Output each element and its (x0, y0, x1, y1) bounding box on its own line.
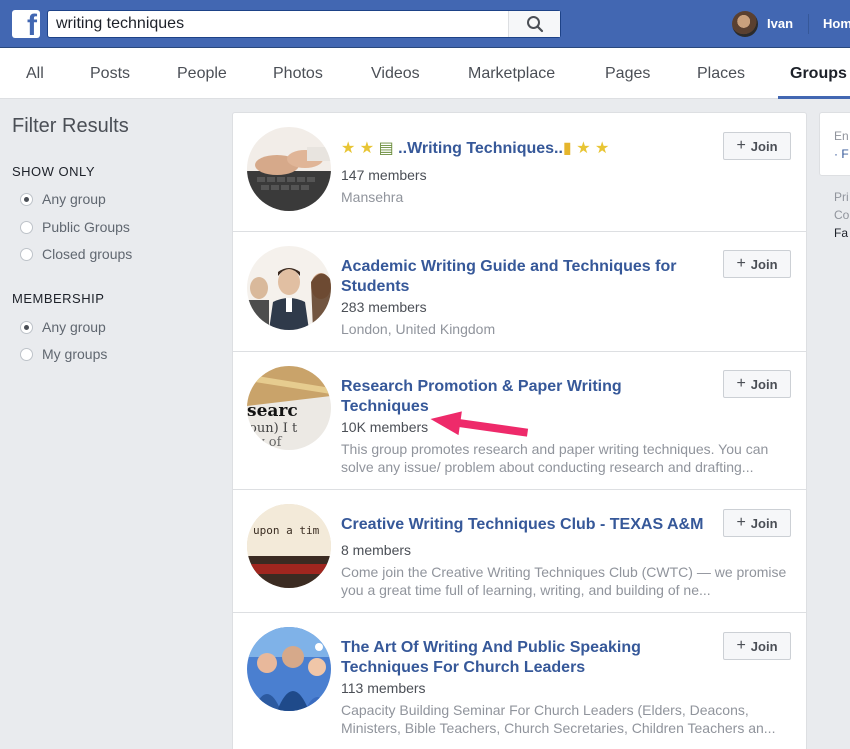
group-photo-students[interactable] (247, 246, 331, 330)
show-only-heading: SHOW ONLY (12, 164, 95, 179)
star-icon: ★ (359, 140, 375, 157)
svg-text:searc: searc (247, 401, 298, 421)
notebook-icon: ▮ (562, 140, 572, 157)
join-label: Join (750, 138, 778, 154)
group-result: The Art Of Writing And Public Speaking T… (233, 613, 806, 749)
search-box (47, 10, 561, 38)
tab-marketplace[interactable]: Marketplace (468, 48, 555, 99)
group-title-text: ..Writing Techniques.. (398, 140, 563, 157)
filter-option-label: My groups (42, 346, 108, 362)
group-photo-research[interactable]: searc oun) I t dy of (247, 366, 331, 450)
svg-text:upon a tim: upon a tim (253, 524, 320, 537)
right-card-line: En (834, 129, 849, 143)
group-result: searc oun) I t dy of Research Promotion … (233, 352, 806, 490)
member-count: 113 members (341, 680, 426, 696)
group-description: Come join the Creative Writing Technique… (341, 564, 787, 598)
radio-icon (20, 347, 33, 361)
group-description: Capacity Building Seminar For Church Lea… (341, 702, 776, 736)
radio-icon (20, 220, 33, 234)
tab-places[interactable]: Places (697, 48, 745, 99)
member-count: 283 members (341, 299, 427, 315)
svg-text:oun) I t: oun) I t (249, 421, 298, 436)
member-count: 8 members (341, 542, 412, 558)
membership-my-groups[interactable]: My groups (20, 345, 107, 363)
filter-option-label: Any group (42, 319, 106, 335)
filter-option-label: Any group (42, 191, 106, 207)
tab-all[interactable]: All (26, 48, 44, 99)
footer-link[interactable]: Pri (834, 190, 849, 204)
search-input[interactable] (48, 11, 508, 37)
member-count: 10K members (341, 419, 429, 435)
filter-public-groups[interactable]: Public Groups (20, 218, 130, 236)
tab-posts[interactable]: Posts (90, 48, 130, 99)
nav-divider (808, 14, 809, 34)
group-result: Academic Writing Guide and Techniques fo… (233, 232, 806, 352)
join-button[interactable]: + Join (723, 632, 791, 660)
star-icon: ★ (576, 140, 591, 157)
filter-closed-groups[interactable]: Closed groups (20, 245, 132, 263)
group-title-link[interactable]: Academic Writing Guide and Techniques fo… (341, 257, 701, 297)
right-card-link[interactable]: · F (834, 147, 849, 161)
group-photo-leaders[interactable] (247, 627, 331, 711)
group-result: ★ ★ ▤ ..Writing Techniques..▮ ★ ★ 147 me… (233, 113, 806, 232)
group-photo-typewriter[interactable]: upon a tim (247, 504, 331, 588)
top-bar: f Ivan Home (0, 0, 850, 48)
join-label: Join (750, 515, 778, 531)
group-photo-typing[interactable] (247, 127, 331, 211)
search-button[interactable] (508, 11, 560, 37)
join-button[interactable]: + Join (723, 370, 791, 398)
join-label: Join (750, 256, 778, 272)
right-info-card: En · F (819, 112, 850, 176)
group-location: London, United Kingdom (341, 321, 496, 337)
facebook-logo-icon[interactable]: f (12, 10, 40, 38)
filter-option-label: Public Groups (42, 219, 130, 235)
group-results-list: ★ ★ ▤ ..Writing Techniques..▮ ★ ★ 147 me… (232, 112, 807, 749)
tab-groups[interactable]: Groups (778, 48, 850, 99)
radio-checked-icon (20, 320, 33, 334)
group-title-link[interactable]: ★ ★ ▤ ..Writing Techniques..▮ ★ ★ (341, 139, 701, 159)
plus-icon: + (736, 375, 746, 392)
radio-checked-icon (20, 192, 33, 206)
star-icon: ★ (594, 140, 610, 157)
plus-icon: + (736, 255, 746, 272)
membership-heading: MEMBERSHIP (12, 291, 105, 306)
join-button[interactable]: + Join (723, 250, 791, 278)
group-description: This group promotes research and paper w… (341, 441, 769, 475)
join-label: Join (750, 376, 778, 392)
user-avatar[interactable] (732, 11, 758, 37)
group-title-link[interactable]: The Art Of Writing And Public Speaking T… (341, 638, 701, 678)
user-name-link[interactable]: Ivan (767, 16, 793, 31)
star-icon: ★ (341, 140, 356, 157)
tab-pages[interactable]: Pages (605, 48, 650, 99)
home-link[interactable]: Home (823, 16, 850, 31)
join-button[interactable]: + Join (723, 509, 791, 537)
tab-people[interactable]: People (177, 48, 227, 99)
plus-icon: + (736, 637, 746, 654)
footer-text: Fa (834, 226, 849, 240)
tab-photos[interactable]: Photos (273, 48, 323, 99)
filter-any-group[interactable]: Any group (20, 190, 106, 208)
membership-any-group[interactable]: Any group (20, 318, 106, 336)
plus-icon: + (736, 514, 746, 531)
group-result: upon a tim Creative Writing Techniques C… (233, 490, 806, 613)
group-title-link[interactable]: Creative Writing Techniques Club - TEXAS… (341, 515, 721, 535)
filter-option-label: Closed groups (42, 246, 133, 262)
svg-text:dy of: dy of (249, 435, 283, 450)
search-icon (526, 16, 543, 33)
search-type-tabs: All Posts People Photos Videos Marketpla… (0, 48, 850, 99)
tab-videos[interactable]: Videos (371, 48, 420, 99)
plus-icon: + (736, 137, 746, 154)
member-count: 147 members (341, 167, 427, 183)
group-location: Mansehra (341, 189, 404, 205)
group-title-link[interactable]: Research Promotion & Paper Writing Techn… (341, 377, 701, 417)
join-button[interactable]: + Join (723, 132, 791, 160)
radio-icon (20, 247, 33, 261)
join-label: Join (750, 638, 778, 654)
footer-link[interactable]: Co (834, 208, 849, 222)
filter-results-title: Filter Results (12, 115, 129, 137)
books-icon: ▤ (378, 140, 394, 157)
